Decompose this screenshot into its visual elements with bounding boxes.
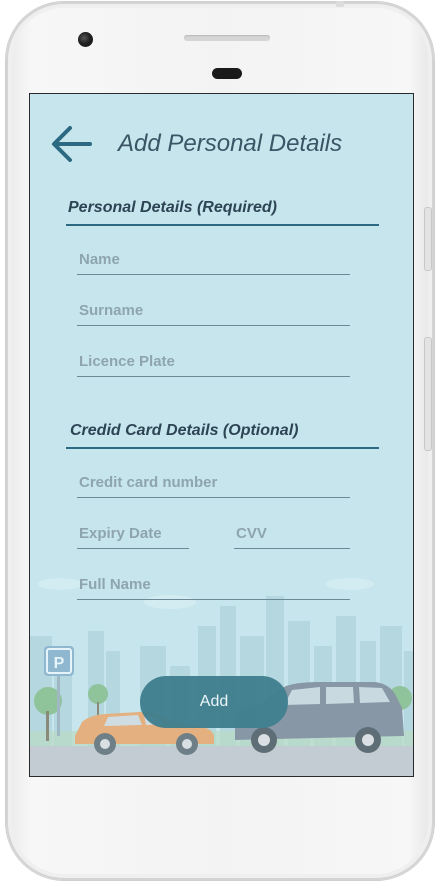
full-name-field[interactable]	[77, 571, 352, 600]
card-details-heading: Credid Card Details (Optional)	[70, 422, 299, 439]
page-title: Add Personal Details	[118, 130, 343, 157]
top-button	[336, 1, 344, 7]
surname-field[interactable]	[77, 297, 352, 326]
licence-plate-input[interactable]	[77, 348, 352, 374]
power-button	[424, 337, 432, 451]
volume-button	[424, 207, 432, 271]
add-button[interactable]: Add	[140, 676, 288, 728]
app-screen: P Add Personal Details Personal Details …	[29, 93, 414, 777]
proximity-sensor	[212, 68, 242, 79]
arrow-left-icon[interactable]	[50, 122, 94, 166]
cvv-input[interactable]	[234, 520, 352, 546]
section-divider	[66, 447, 379, 449]
name-field[interactable]	[77, 246, 352, 275]
surname-input[interactable]	[77, 297, 352, 323]
personal-details-heading: Personal Details (Required)	[68, 199, 277, 216]
card-number-field[interactable]	[77, 469, 352, 498]
licence-plate-field[interactable]	[77, 348, 352, 377]
expiry-date-field[interactable]	[77, 520, 191, 549]
name-input[interactable]	[77, 246, 352, 272]
earpiece-speaker	[184, 35, 270, 41]
front-camera	[78, 32, 93, 47]
full-name-input[interactable]	[77, 571, 352, 597]
cvv-field[interactable]	[234, 520, 352, 549]
parking-sign-letter: P	[54, 655, 65, 672]
section-divider	[66, 224, 379, 226]
card-number-input[interactable]	[77, 469, 352, 495]
expiry-date-input[interactable]	[77, 520, 191, 546]
